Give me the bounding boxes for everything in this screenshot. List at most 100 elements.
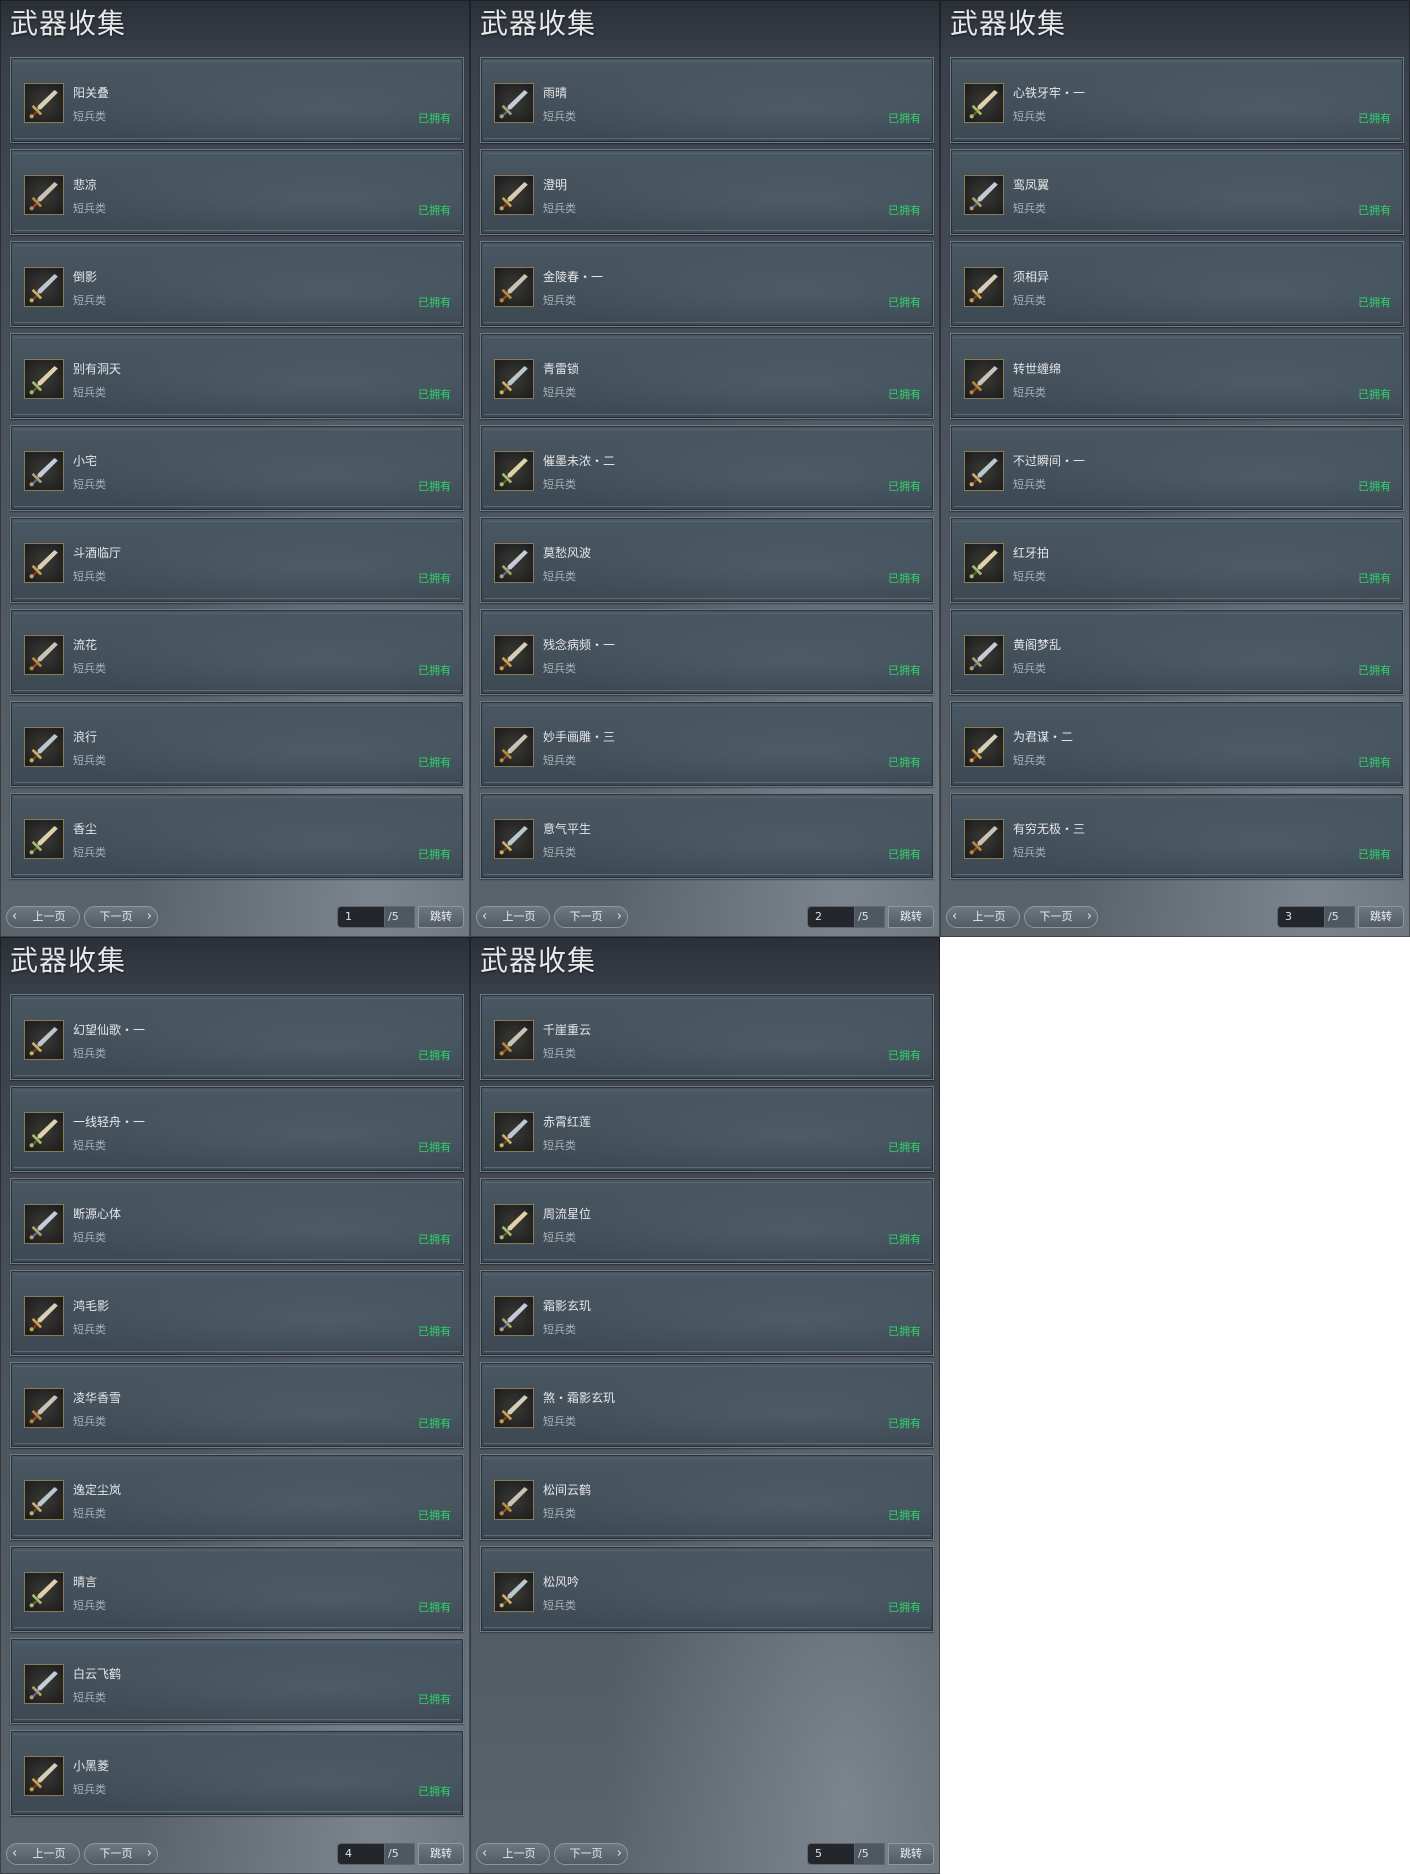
weapon-name: 澄明 <box>543 178 568 192</box>
next-page-button[interactable]: 下一页 › <box>1024 906 1098 928</box>
weapon-icon <box>24 1204 64 1244</box>
weapon-card[interactable]: 金陵春・一 短兵类 已拥有 <box>480 241 934 327</box>
weapon-icon <box>494 267 534 307</box>
weapon-icon <box>24 1756 64 1796</box>
weapon-card[interactable]: 鸿毛影 短兵类 已拥有 <box>10 1270 464 1356</box>
weapon-card[interactable]: 倒影 短兵类 已拥有 <box>10 241 464 327</box>
prev-page-button[interactable]: ‹ 上一页 <box>946 906 1020 928</box>
weapon-card[interactable]: 白云飞鹤 短兵类 已拥有 <box>10 1638 464 1724</box>
weapon-card[interactable]: 转世缠绵 短兵类 已拥有 <box>950 333 1404 419</box>
weapon-card[interactable]: 雨晴 短兵类 已拥有 <box>480 57 934 143</box>
pagination-bar: ‹ 上一页 下一页 › 5 /5 跳转 <box>470 1843 940 1869</box>
page-number-input[interactable]: 5 <box>807 1843 855 1865</box>
weapon-icon <box>494 1480 534 1520</box>
weapon-card[interactable]: 不过瞬间・一 短兵类 已拥有 <box>950 425 1404 511</box>
weapon-name: 煞・霜影玄玑 <box>543 1391 616 1405</box>
weapon-card[interactable]: 霜影玄玑 短兵类 已拥有 <box>480 1270 934 1356</box>
jump-button[interactable]: 跳转 <box>888 1843 934 1865</box>
weapon-icon <box>24 635 64 675</box>
weapon-card[interactable]: 断源心体 短兵类 已拥有 <box>10 1178 464 1264</box>
owned-status: 已拥有 <box>1358 480 1391 493</box>
chevron-right-icon: › <box>616 1846 622 1861</box>
weapon-card[interactable]: 浪行 短兵类 已拥有 <box>10 701 464 787</box>
owned-status: 已拥有 <box>1358 112 1391 125</box>
weapon-card[interactable]: 妙手画雕・三 短兵类 已拥有 <box>480 701 934 787</box>
weapon-icon <box>494 819 534 859</box>
weapon-card[interactable]: 凌华香雪 短兵类 已拥有 <box>10 1362 464 1448</box>
weapon-collection-panel-2: 武器收集 雨晴 短兵类 已拥有 澄明 短兵类 已拥有 金陵春・一 短兵类 已拥有 青雷锁 短兵… <box>470 0 940 937</box>
owned-status: 已拥有 <box>888 480 921 493</box>
weapon-card[interactable]: 心铁牙牢・一 短兵类 已拥有 <box>950 57 1404 143</box>
chevron-left-icon: ‹ <box>12 909 18 924</box>
weapon-card[interactable]: 小黑菱 短兵类 已拥有 <box>10 1730 464 1816</box>
weapon-glyph <box>499 273 529 303</box>
weapon-card[interactable]: 斗酒临厅 短兵类 已拥有 <box>10 517 464 603</box>
weapon-card[interactable]: 须相异 短兵类 已拥有 <box>950 241 1404 327</box>
weapon-card[interactable]: 别有洞天 短兵类 已拥有 <box>10 333 464 419</box>
weapon-card[interactable]: 残念病频・一 短兵类 已拥有 <box>480 609 934 695</box>
weapon-collection-panel-4: 武器收集 幻望仙歌・一 短兵类 已拥有 一线轻舟・一 短兵类 已拥有 断源心体 短兵类 已拥… <box>0 937 470 1874</box>
weapon-glyph <box>29 1026 59 1056</box>
panel-title: 武器收集 <box>480 7 597 40</box>
weapon-card[interactable]: 流花 短兵类 已拥有 <box>10 609 464 695</box>
weapon-card[interactable]: 松间云鹤 短兵类 已拥有 <box>480 1454 934 1540</box>
weapon-name: 白云飞鹤 <box>73 1667 122 1681</box>
weapon-name: 残念病频・一 <box>543 638 616 652</box>
next-page-button[interactable]: 下一页 › <box>554 1843 628 1865</box>
prev-page-button[interactable]: ‹ 上一页 <box>6 906 80 928</box>
weapon-glyph <box>29 1118 59 1148</box>
jump-button[interactable]: 跳转 <box>418 1843 464 1865</box>
weapon-card[interactable]: 一线轻舟・一 短兵类 已拥有 <box>10 1086 464 1172</box>
weapon-type: 短兵类 <box>73 478 106 491</box>
weapon-card[interactable]: 阳关叠 短兵类 已拥有 <box>10 57 464 143</box>
next-page-button[interactable]: 下一页 › <box>554 906 628 928</box>
weapon-card[interactable]: 青雷锁 短兵类 已拥有 <box>480 333 934 419</box>
jump-button[interactable]: 跳转 <box>418 906 464 928</box>
weapon-name: 晴言 <box>73 1575 98 1589</box>
page-number-input[interactable]: 4 <box>337 1843 385 1865</box>
weapon-card[interactable]: 周流星位 短兵类 已拥有 <box>480 1178 934 1264</box>
weapon-card[interactable]: 千崖重云 短兵类 已拥有 <box>480 994 934 1080</box>
prev-page-button[interactable]: ‹ 上一页 <box>476 1843 550 1865</box>
weapon-card[interactable]: 红牙拍 短兵类 已拥有 <box>950 517 1404 603</box>
page-number-input[interactable]: 1 <box>337 906 385 928</box>
weapon-card[interactable]: 意气平生 短兵类 已拥有 <box>480 793 934 879</box>
weapon-card[interactable]: 逸定尘岚 短兵类 已拥有 <box>10 1454 464 1540</box>
weapon-card[interactable]: 鸾凤翼 短兵类 已拥有 <box>950 149 1404 235</box>
pagination-bar: ‹ 上一页 下一页 › 4 /5 跳转 <box>0 1843 470 1869</box>
weapon-card[interactable]: 小宅 短兵类 已拥有 <box>10 425 464 511</box>
weapon-card[interactable]: 煞・霜影玄玑 短兵类 已拥有 <box>480 1362 934 1448</box>
prev-page-button[interactable]: ‹ 上一页 <box>6 1843 80 1865</box>
prev-page-button[interactable]: ‹ 上一页 <box>476 906 550 928</box>
weapon-icon <box>494 727 534 767</box>
weapon-name: 转世缠绵 <box>1013 362 1062 376</box>
weapon-name: 为君谋・二 <box>1013 730 1074 744</box>
weapon-card[interactable]: 催墨未浓・二 短兵类 已拥有 <box>480 425 934 511</box>
weapon-icon <box>494 1296 534 1336</box>
owned-status: 已拥有 <box>418 388 451 401</box>
weapon-type: 短兵类 <box>1013 754 1046 767</box>
weapon-card[interactable]: 黄阁梦乱 短兵类 已拥有 <box>950 609 1404 695</box>
page-number-input[interactable]: 3 <box>1277 906 1325 928</box>
next-page-button[interactable]: 下一页 › <box>84 906 158 928</box>
page-number-input[interactable]: 2 <box>807 906 855 928</box>
weapon-type: 短兵类 <box>543 754 576 767</box>
weapon-card[interactable]: 晴言 短兵类 已拥有 <box>10 1546 464 1632</box>
weapon-card[interactable]: 莫愁风波 短兵类 已拥有 <box>480 517 934 603</box>
weapon-name: 金陵春・一 <box>543 270 604 284</box>
weapon-card[interactable]: 幻望仙歌・一 短兵类 已拥有 <box>10 994 464 1080</box>
jump-button[interactable]: 跳转 <box>888 906 934 928</box>
jump-button[interactable]: 跳转 <box>1358 906 1404 928</box>
weapon-card[interactable]: 悲凉 短兵类 已拥有 <box>10 149 464 235</box>
weapon-glyph <box>499 365 529 395</box>
weapon-name: 凌华香雪 <box>73 1391 122 1405</box>
weapon-type: 短兵类 <box>73 1231 106 1244</box>
weapon-card[interactable]: 有穷无极・三 短兵类 已拥有 <box>950 793 1404 879</box>
chevron-left-icon: ‹ <box>12 1846 18 1861</box>
weapon-card[interactable]: 松风吟 短兵类 已拥有 <box>480 1546 934 1632</box>
weapon-card[interactable]: 赤霄红莲 短兵类 已拥有 <box>480 1086 934 1172</box>
weapon-card[interactable]: 香尘 短兵类 已拥有 <box>10 793 464 879</box>
weapon-card[interactable]: 为君谋・二 短兵类 已拥有 <box>950 701 1404 787</box>
next-page-button[interactable]: 下一页 › <box>84 1843 158 1865</box>
weapon-card[interactable]: 澄明 短兵类 已拥有 <box>480 149 934 235</box>
